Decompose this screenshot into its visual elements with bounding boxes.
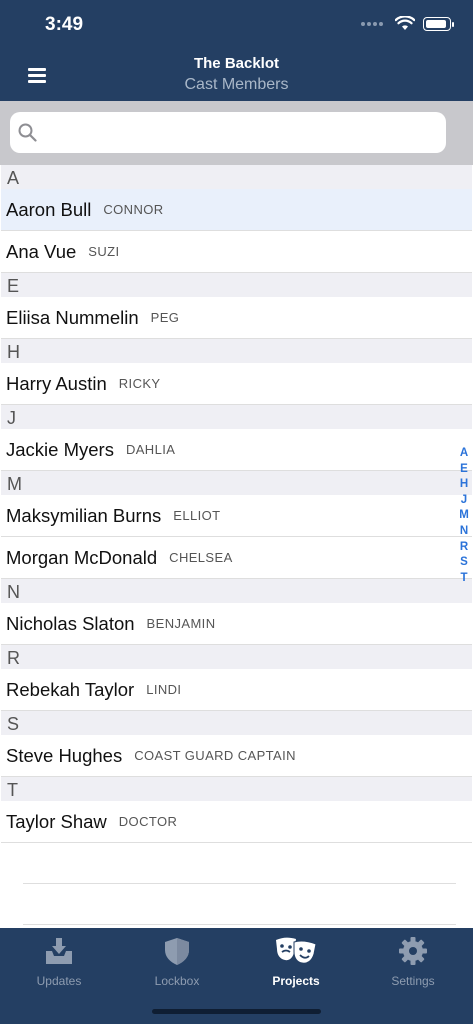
cast-role: CONNOR — [103, 202, 164, 217]
index-letter[interactable]: J — [461, 493, 467, 509]
battery-icon — [423, 16, 454, 31]
list-item[interactable]: Taylor Shaw DOCTOR — [1, 801, 472, 843]
cast-role: RICKY — [118, 376, 161, 391]
cast-role: COAST GUARD CAPTAIN — [134, 748, 296, 763]
index-letter[interactable]: N — [460, 524, 468, 540]
cellular-signal-icon — [361, 21, 383, 26]
cast-name: Steve Hughes — [6, 744, 123, 766]
empty-row — [23, 843, 456, 884]
cast-role: BENJAMIN — [146, 616, 216, 631]
section-header: S — [1, 711, 472, 735]
index-letter[interactable]: A — [460, 446, 468, 462]
theater-masks-icon — [276, 937, 317, 964]
index-letter[interactable]: T — [460, 571, 467, 587]
search-input[interactable] — [10, 112, 446, 153]
list-item[interactable]: Maksymilian Burns ELLIOT — [1, 495, 472, 537]
cast-role: SUZI — [88, 244, 120, 259]
cast-name: Eliisa Nummelin — [6, 306, 139, 328]
cast-name: Rebekah Taylor — [6, 678, 135, 700]
section-header: R — [1, 645, 472, 669]
list-item[interactable]: Morgan McDonald CHELSEA — [1, 537, 472, 579]
cast-list: A Aaron Bull CONNOR Ana Vue SUZI E Eliis… — [1, 165, 472, 928]
cast-name: Aaron Bull — [6, 198, 92, 220]
list-item[interactable]: Eliisa Nummelin PEG — [1, 297, 472, 339]
inbox-download-icon — [46, 938, 72, 964]
status-time: 3:49 — [45, 14, 84, 35]
tab-label: Settings — [391, 974, 435, 988]
tab-settings[interactable]: Settings — [363, 936, 463, 988]
list-item[interactable]: Ana Vue SUZI — [1, 231, 472, 273]
section-index[interactable]: A E H J M N R S T — [458, 446, 470, 586]
cast-role: CHELSEA — [169, 550, 233, 565]
list-item[interactable]: Steve Hughes COAST GUARD CAPTAIN — [1, 735, 472, 777]
search-area — [0, 101, 473, 165]
list-item[interactable]: Nicholas Slaton BENJAMIN — [1, 603, 472, 645]
index-letter[interactable]: E — [460, 462, 468, 478]
navigation-bar: 3:49 The Backlot Cast Members — [0, 0, 473, 101]
cast-name: Maksymilian Burns — [6, 504, 162, 526]
section-header: M — [1, 471, 472, 495]
status-icons — [361, 16, 454, 31]
nav-title: The Backlot — [193, 55, 280, 72]
list-item[interactable]: Rebekah Taylor LINDI — [1, 669, 472, 711]
cast-name: Nicholas Slaton — [6, 612, 135, 634]
index-letter[interactable]: R — [460, 540, 468, 556]
section-header: A — [1, 165, 472, 189]
search-icon — [18, 123, 37, 142]
section-header: N — [1, 579, 472, 603]
wifi-icon — [395, 16, 415, 30]
nav-subtitle: Cast Members — [184, 76, 289, 93]
section-header: H — [1, 339, 472, 363]
tab-label: Projects — [272, 974, 320, 988]
cast-role: DAHLIA — [125, 442, 176, 457]
tab-lockbox[interactable]: Lockbox — [127, 936, 227, 988]
home-indicator[interactable] — [152, 1009, 321, 1014]
cast-name: Ana Vue — [6, 240, 77, 262]
tab-updates[interactable]: Updates — [9, 936, 109, 988]
list-item[interactable]: Jackie Myers DAHLIA — [1, 429, 472, 471]
tab-label: Updates — [36, 974, 82, 988]
index-letter[interactable]: M — [459, 508, 469, 524]
index-letter[interactable]: S — [460, 555, 468, 571]
list-item[interactable]: Aaron Bull CONNOR — [1, 189, 472, 231]
section-header: E — [1, 273, 472, 297]
list-item[interactable]: Harry Austin RICKY — [1, 363, 472, 405]
cast-name: Morgan McDonald — [6, 546, 158, 568]
cast-role: LINDI — [146, 682, 182, 697]
cast-name: Jackie Myers — [6, 438, 114, 460]
cast-role: DOCTOR — [118, 814, 178, 829]
cast-name: Harry Austin — [6, 372, 107, 394]
index-letter[interactable]: H — [460, 477, 468, 493]
tab-label: Lockbox — [154, 974, 200, 988]
gear-icon — [399, 937, 427, 965]
tab-projects[interactable]: Projects — [246, 936, 346, 988]
cast-name: Taylor Shaw — [6, 810, 107, 832]
section-header: J — [1, 405, 472, 429]
empty-row — [23, 884, 456, 925]
cast-role: ELLIOT — [173, 508, 221, 523]
cast-role: PEG — [150, 310, 180, 325]
section-header: T — [1, 777, 472, 801]
shield-icon — [165, 938, 189, 965]
